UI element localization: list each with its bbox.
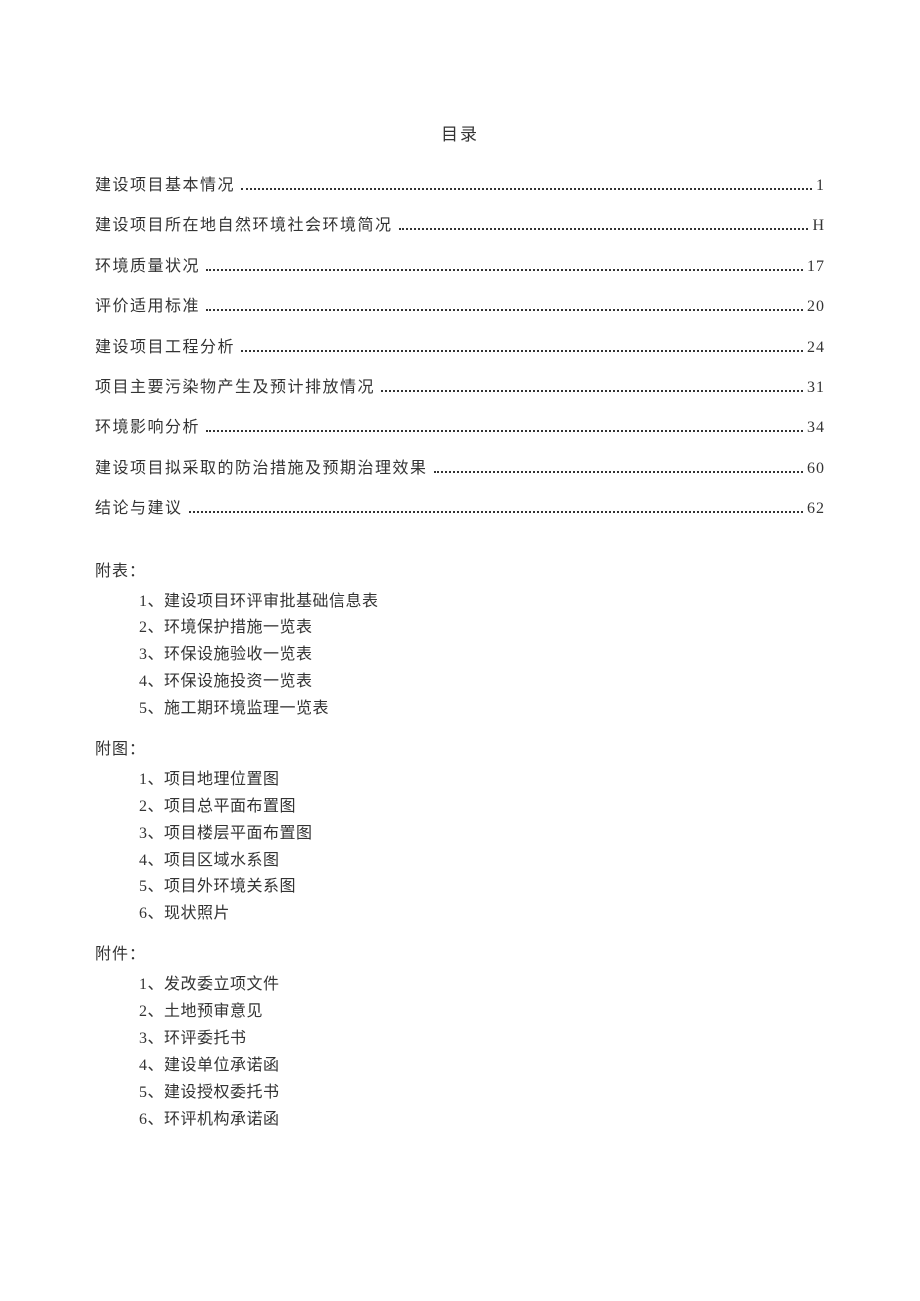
toc-page: 20 — [807, 296, 825, 318]
toc-item: 建设项目拟采取的防治措施及预期治理效果 60 — [95, 458, 825, 480]
list-item: 2、土地预审意见 — [139, 999, 825, 1026]
document-title: 目录 — [95, 120, 825, 145]
toc-label: 项目主要污染物产生及预计排放情况 — [95, 377, 375, 399]
toc-list: 建设项目基本情况 1 建设项目所在地自然环境社会环境简况 H 环境质量状况 17… — [95, 175, 825, 521]
toc-dots — [206, 269, 803, 271]
toc-label: 建设项目工程分析 — [95, 337, 235, 359]
list-item: 2、环境保护措施一览表 — [139, 615, 825, 642]
section-heading: 附图： — [95, 735, 825, 759]
toc-label: 建设项目所在地自然环境社会环境简况 — [95, 215, 393, 237]
toc-label: 建设项目拟采取的防治措施及预期治理效果 — [95, 458, 428, 480]
toc-dots — [206, 430, 803, 432]
toc-page: H — [812, 215, 825, 237]
list-item: 1、建设项目环评审批基础信息表 — [139, 589, 825, 616]
toc-page: 1 — [816, 175, 825, 197]
toc-page: 34 — [807, 417, 825, 439]
section-items: 1、建设项目环评审批基础信息表 2、环境保护措施一览表 3、环保设施验收一览表 … — [95, 589, 825, 723]
list-item: 5、建设授权委托书 — [139, 1080, 825, 1107]
toc-dots — [241, 188, 812, 190]
section-appendix-figures: 附图： 1、项目地理位置图 2、项目总平面布置图 3、项目楼层平面布置图 4、项… — [95, 735, 825, 928]
toc-dots — [206, 309, 803, 311]
section-items: 1、项目地理位置图 2、项目总平面布置图 3、项目楼层平面布置图 4、项目区域水… — [95, 767, 825, 928]
section-appendix-attachments: 附件： 1、发改委立项文件 2、土地预审意见 3、环评委托书 4、建设单位承诺函… — [95, 940, 825, 1133]
toc-item: 结论与建议 62 — [95, 498, 825, 520]
list-item: 1、项目地理位置图 — [139, 767, 825, 794]
toc-dots — [434, 471, 803, 473]
toc-item: 环境影响分析 34 — [95, 417, 825, 439]
list-item: 3、项目楼层平面布置图 — [139, 821, 825, 848]
list-item: 5、项目外环境关系图 — [139, 874, 825, 901]
toc-item: 项目主要污染物产生及预计排放情况 31 — [95, 377, 825, 399]
list-item: 2、项目总平面布置图 — [139, 794, 825, 821]
toc-label: 环境影响分析 — [95, 417, 200, 439]
toc-item: 建设项目基本情况 1 — [95, 175, 825, 197]
toc-dots — [189, 511, 803, 513]
toc-dots — [381, 390, 803, 392]
toc-item: 建设项目工程分析 24 — [95, 337, 825, 359]
toc-dots — [241, 350, 803, 352]
toc-page: 17 — [807, 256, 825, 278]
section-heading: 附件： — [95, 940, 825, 964]
section-heading: 附表： — [95, 557, 825, 581]
list-item: 1、发改委立项文件 — [139, 972, 825, 999]
list-item: 6、环评机构承诺函 — [139, 1107, 825, 1134]
list-item: 3、环评委托书 — [139, 1026, 825, 1053]
toc-label: 环境质量状况 — [95, 256, 200, 278]
toc-item: 环境质量状况 17 — [95, 256, 825, 278]
list-item: 4、环保设施投资一览表 — [139, 669, 825, 696]
toc-label: 结论与建议 — [95, 498, 183, 520]
section-appendix-tables: 附表： 1、建设项目环评审批基础信息表 2、环境保护措施一览表 3、环保设施验收… — [95, 557, 825, 723]
toc-page: 60 — [807, 458, 825, 480]
toc-label: 评价适用标准 — [95, 296, 200, 318]
toc-dots — [399, 228, 809, 230]
list-item: 6、现状照片 — [139, 901, 825, 928]
list-item: 4、项目区域水系图 — [139, 848, 825, 875]
list-item: 4、建设单位承诺函 — [139, 1053, 825, 1080]
list-item: 5、施工期环境监理一览表 — [139, 696, 825, 723]
toc-item: 评价适用标准 20 — [95, 296, 825, 318]
toc-item: 建设项目所在地自然环境社会环境简况 H — [95, 215, 825, 237]
toc-label: 建设项目基本情况 — [95, 175, 235, 197]
toc-page: 31 — [807, 377, 825, 399]
toc-page: 24 — [807, 337, 825, 359]
toc-page: 62 — [807, 498, 825, 520]
section-items: 1、发改委立项文件 2、土地预审意见 3、环评委托书 4、建设单位承诺函 5、建… — [95, 972, 825, 1133]
list-item: 3、环保设施验收一览表 — [139, 642, 825, 669]
